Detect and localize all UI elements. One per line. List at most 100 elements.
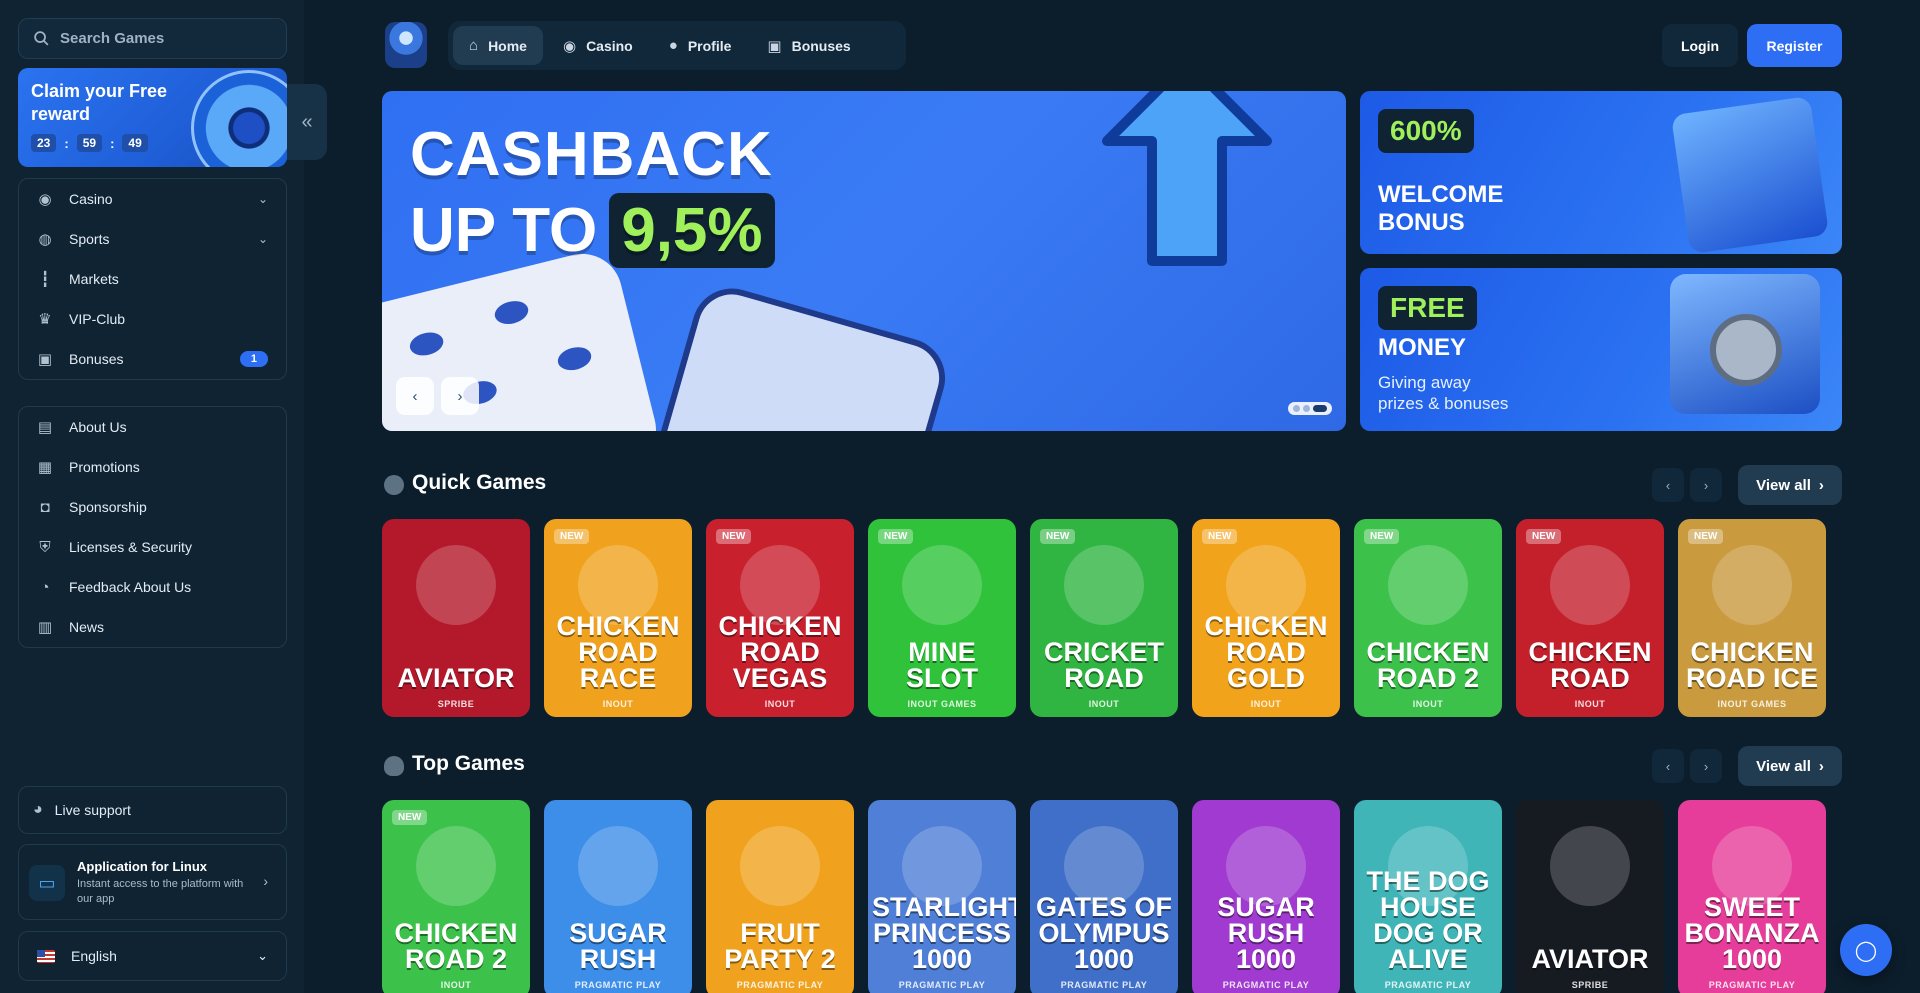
sidebar-item-bonuses[interactable]: ▣ Bonuses 1 [19, 339, 286, 379]
sidebar-item-label: Promotions [69, 459, 140, 475]
welcome-bonus-banner[interactable]: 600% WELCOME BONUS [1360, 91, 1842, 254]
game-card[interactable]: NEW CHICKEN ROAD RACE INOUT [544, 519, 692, 717]
chevron-down-icon: ⌄ [257, 232, 268, 246]
sidebar-item-label: Feedback About Us [69, 579, 192, 595]
quick-games-prev[interactable]: ‹ [1652, 468, 1684, 502]
quick-games-row: AVIATOR SPRIBE NEW CHICKEN ROAD RACE INOUT NE… [382, 519, 1842, 717]
top-games-view-all[interactable]: View all › [1738, 746, 1842, 786]
sidebar-item-markets[interactable]: ┇ Markets [19, 259, 286, 299]
language-label: English [71, 948, 117, 964]
top-games-next[interactable]: › [1690, 749, 1722, 783]
game-provider: PRAGMATIC PLAY [574, 980, 662, 990]
game-card[interactable]: NEW MINE SLOT INOUT GAMES [868, 519, 1016, 717]
nav-profile[interactable]: ● Profile [653, 26, 748, 65]
sidebar-item-about-us[interactable]: ▤ About Us [19, 407, 286, 447]
user-icon: ● [668, 37, 678, 54]
book-icon: ▤ [37, 419, 53, 436]
free-pill: FREE [1378, 286, 1477, 330]
pagination-dot[interactable] [1293, 405, 1300, 412]
quick-games-view-all[interactable]: View all › [1738, 465, 1842, 505]
game-provider: INOUT [602, 699, 634, 709]
app-subtitle: Instant access to the platform with our … [77, 878, 244, 905]
sidebar-item-vip-club[interactable]: ♛ VIP-Club [19, 299, 286, 339]
login-button[interactable]: Login [1662, 24, 1738, 67]
game-title: MINE SLOT [906, 637, 978, 693]
search-icon [34, 31, 49, 46]
game-card[interactable]: AVIATOR SPRIBE [1516, 800, 1664, 993]
game-card[interactable]: NEW CHICKEN ROAD VEGAS INOUT [706, 519, 854, 717]
game-card[interactable]: NEW CRICKET ROAD INOUT [1030, 519, 1178, 717]
search-input[interactable] [60, 30, 280, 47]
game-provider: INOUT [1088, 699, 1120, 709]
free-money-banner[interactable]: FREE MONEY Giving away prizes & bonuses [1360, 268, 1842, 431]
game-card[interactable]: SWEET BONANZA 1000 PRAGMATIC PLAY [1678, 800, 1826, 993]
game-card[interactable]: NEW CHICKEN ROAD INOUT [1516, 519, 1664, 717]
game-card[interactable]: SUGAR RUSH PRAGMATIC PLAY [544, 800, 692, 993]
game-title: FRUIT PARTY 2 [724, 918, 836, 974]
game-art-image [416, 826, 496, 906]
game-title: CHICKEN ROAD 2 [394, 918, 518, 974]
pagination-dot[interactable] [1303, 405, 1310, 412]
game-title: GATES OF OLYMPUS 1000 [1035, 892, 1172, 974]
new-badge: NEW [1040, 529, 1076, 544]
bonuses-count-badge: 1 [239, 351, 268, 367]
candlestick-icon: ┇ [40, 271, 50, 288]
sidebar-item-promotions[interactable]: ▦ Promotions [19, 447, 286, 487]
top-games-prev[interactable]: ‹ [1652, 749, 1684, 783]
game-card[interactable]: NEW CHICKEN ROAD 2 INOUT [382, 800, 530, 993]
search-box[interactable] [18, 18, 287, 59]
hero-title-line2: UP TO 9,5% [410, 193, 775, 268]
live-support-label: Live support [54, 802, 131, 818]
game-title: CHICKEN ROAD RACE [556, 611, 680, 693]
sidebar-item-casino[interactable]: ◉ Casino ⌄ [19, 179, 286, 219]
linux-app-card[interactable]: ▭ Application for Linux Instant access t… [18, 844, 287, 920]
game-provider: INOUT [1250, 699, 1282, 709]
nav-label: Profile [687, 37, 732, 54]
quick-games-next[interactable]: › [1690, 468, 1722, 502]
game-card[interactable]: NEW CHICKEN ROAD 2 INOUT [1354, 519, 1502, 717]
game-art-image [1550, 826, 1630, 906]
sidebar-item-sponsorship[interactable]: ◘ Sponsorship [19, 487, 286, 527]
game-card[interactable]: FRUIT PARTY 2 PRAGMATIC PLAY [706, 800, 854, 993]
casino-chip-icon: ◉ [562, 37, 577, 55]
site-logo[interactable] [385, 22, 427, 68]
game-card[interactable]: STARLIGHT PRINCESS 1000 PRAGMATIC PLAY [868, 800, 1016, 993]
live-support-button[interactable]: ◕ Live support [18, 786, 287, 834]
hero-prev-button[interactable]: ‹ [396, 377, 434, 415]
collapse-sidebar-button[interactable]: « [287, 84, 327, 160]
free-reward-banner[interactable]: Claim your Free reward 23: 59: 49 [18, 68, 287, 167]
sidebar-item-feedback[interactable]: ◔ Feedback About Us [19, 567, 286, 607]
language-selector[interactable]: English ⌄ [18, 931, 287, 981]
crown-icon: ♛ [38, 311, 52, 328]
new-badge: NEW [1202, 529, 1238, 544]
free-money-subtitle-line1: Giving away [1378, 373, 1471, 392]
chevron-right-icon: › [457, 387, 463, 405]
cashback-hero-banner[interactable]: CASHBACK UP TO 9,5% ‹ › [382, 91, 1346, 431]
game-art-image [1550, 545, 1630, 625]
chevron-right-icon: › [1818, 757, 1824, 775]
welcome-title-line1: WELCOME [1378, 181, 1504, 208]
chat-support-button[interactable]: ◯ [1840, 924, 1892, 976]
game-card[interactable]: AVIATOR SPRIBE [382, 519, 530, 717]
game-card[interactable]: NEW CHICKEN ROAD GOLD INOUT [1192, 519, 1340, 717]
pagination-dot-active[interactable] [1313, 405, 1327, 412]
ticket-icon: ▦ [37, 459, 53, 476]
flame-icon [384, 756, 404, 776]
new-badge: NEW [878, 529, 914, 544]
game-provider: SPRIBE [437, 699, 475, 709]
hero-next-button[interactable]: › [441, 377, 479, 415]
game-card[interactable]: THE DOG HOUSE DOG OR ALIVE PRAGMATIC PLAY [1354, 800, 1502, 993]
nav-casino[interactable]: ◉ Casino [547, 26, 649, 65]
sidebar-item-licenses[interactable]: ⛨ Licenses & Security [19, 527, 286, 567]
sidebar-item-sports[interactable]: ◍ Sports ⌄ [19, 219, 286, 259]
sidebar-item-news[interactable]: ▥ News [19, 607, 286, 647]
nav-bonuses[interactable]: ▣ Bonuses [751, 26, 866, 65]
top-games-header: Top Games ‹ › View all › [382, 746, 1842, 786]
new-badge: NEW [716, 529, 752, 544]
free-money-title: MONEY [1378, 334, 1467, 361]
game-card[interactable]: GATES OF OLYMPUS 1000 PRAGMATIC PLAY [1030, 800, 1178, 993]
register-button[interactable]: Register [1747, 24, 1842, 67]
nav-home[interactable]: ⌂ Home [453, 26, 543, 65]
game-card[interactable]: NEW CHICKEN ROAD ICE INOUT GAMES [1678, 519, 1826, 717]
game-card[interactable]: SUGAR RUSH 1000 PRAGMATIC PLAY [1192, 800, 1340, 993]
